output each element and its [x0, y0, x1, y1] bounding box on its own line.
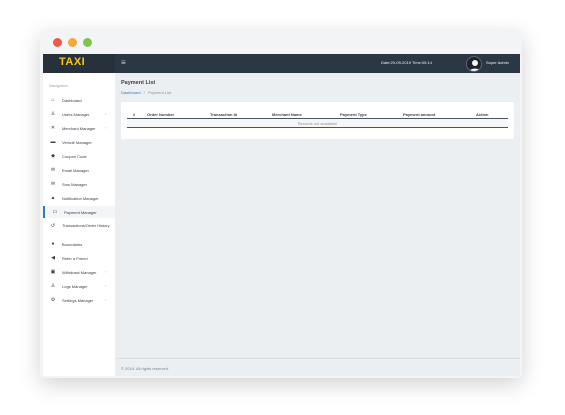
share-icon: ◀	[51, 255, 55, 261]
sidebar-item-refer-a-friend[interactable]: ◀ Refer a Friend	[43, 252, 115, 264]
username-label[interactable]: Super Admin	[486, 60, 509, 65]
sidebar-item-users-manager[interactable]: ♙ Users Manager ›	[43, 108, 115, 120]
chevron-right-icon: ›	[105, 297, 107, 302]
sidebar-item-label: Email Manager	[62, 168, 89, 173]
sidebar-item-label: Vehicle Manager	[62, 140, 92, 145]
envelope-icon: ✉	[50, 167, 56, 173]
logo-area: TAXI	[43, 54, 115, 73]
sidebar: Navigation ⌂ Dashboard ♙ Users Manager ›…	[43, 73, 115, 376]
sidebar-item-payment-manager[interactable]: ▭ Payment Manager	[43, 206, 115, 218]
envelope-icon: ✉	[50, 181, 56, 187]
bell-icon: ▲	[50, 195, 56, 201]
map-pin-icon: ●	[51, 241, 55, 247]
user-icon: ♙	[50, 283, 56, 289]
sidebar-item-label: Logs Manager	[62, 284, 88, 289]
column-header-action[interactable]: Action	[476, 112, 488, 117]
sidebar-item-vehicle-manager[interactable]: ▬ Vehicle Manager	[43, 136, 115, 148]
sidebar-item-label: Transactions/Order History	[62, 223, 110, 228]
sidebar-item-logs-manager[interactable]: ♙ Logs Manager ›	[43, 280, 115, 292]
copyright-text: © 2019. All rights reserved.	[121, 366, 170, 371]
payment-list-card: # Order Number Transaction Id Merchant N…	[121, 102, 514, 139]
sidebar-item-transactions-history[interactable]: ↺ Transactions/Order History	[43, 220, 115, 236]
home-icon: ⌂	[51, 97, 55, 103]
gear-icon: ⚙	[50, 297, 56, 303]
column-header-merchant-name[interactable]: Merchant Name	[272, 112, 302, 117]
user-icon: ♙	[50, 111, 56, 117]
footer: © 2019. All rights reserved.	[115, 358, 520, 376]
sidebar-item-label: Coupon Code	[62, 154, 87, 159]
column-header-order-number[interactable]: Order Number	[147, 112, 174, 117]
sidebar-item-label: Dashboard	[62, 98, 82, 103]
minimize-window-button[interactable]	[68, 38, 77, 47]
browser-window: TAXI ≡ Date:20-09-2019 Time:05:14 Super …	[40, 30, 522, 378]
page-title: Payment List	[121, 80, 156, 86]
hamburger-menu-icon[interactable]: ≡	[121, 59, 126, 67]
nav-section-title: Navigation	[49, 83, 68, 88]
sidebar-item-label: Payment Manager	[64, 210, 97, 215]
sidebar-item-label: Withdrawl Manager	[62, 270, 97, 275]
sidebar-item-label: Boundaries	[62, 242, 83, 247]
sidebar-item-boundaries[interactable]: ● Boundaries	[43, 238, 115, 250]
sidebar-item-notification-manager[interactable]: ▲ Notification Manager	[43, 192, 115, 204]
chevron-right-icon: ›	[105, 125, 107, 130]
sidebar-item-email-manager[interactable]: ✉ Email Manager	[43, 164, 115, 176]
sidebar-item-label: Settings Manager	[62, 298, 94, 303]
avatar-silhouette-icon	[469, 60, 481, 71]
chevron-right-icon: ›	[105, 283, 107, 288]
close-window-button[interactable]	[53, 38, 62, 47]
sidebar-item-dashboard[interactable]: ⌂ Dashboard	[43, 94, 115, 106]
tools-icon: ✕	[50, 125, 56, 131]
sidebar-item-merchant-manager[interactable]: ✕ Merchant Manager ›	[43, 122, 115, 134]
sidebar-item-withdrawl-manager[interactable]: ▣ Withdrawl Manager ›	[43, 266, 115, 278]
sidebar-item-sms-manager[interactable]: ✉ Sms Manager	[43, 178, 115, 190]
breadcrumb-dashboard-link[interactable]: Dashboard	[121, 90, 141, 95]
admin-app: TAXI ≡ Date:20-09-2019 Time:05:14 Super …	[43, 54, 520, 376]
user-avatar[interactable]	[466, 56, 482, 72]
sidebar-item-coupon-code[interactable]: ◆ Coupon Code	[43, 150, 115, 162]
table-row-empty: Records not available!	[127, 119, 508, 128]
empty-table-message: Records not available!	[297, 121, 338, 126]
payment-table: # Order Number Transaction Id Merchant N…	[127, 109, 508, 128]
date-time-display: Date:20-09-2019 Time:05:14	[381, 60, 432, 65]
breadcrumb: Dashboard / Payment List	[121, 90, 171, 95]
table-header: # Order Number Transaction Id Merchant N…	[127, 109, 508, 119]
column-header-payment-type[interactable]: Payment Type	[340, 112, 367, 117]
sidebar-item-settings-manager[interactable]: ⚙ Settings Manager ›	[43, 294, 115, 306]
sidebar-item-label: Refer a Friend	[62, 256, 88, 261]
sidebar-item-label: Notification Manager	[62, 196, 99, 201]
column-header-payment-amount[interactable]: Payment amount	[403, 112, 435, 117]
top-bar: TAXI ≡ Date:20-09-2019 Time:05:14 Super …	[43, 54, 520, 73]
main-content: Payment List Dashboard / Payment List # …	[115, 73, 520, 376]
window-chrome	[40, 30, 522, 54]
sidebar-item-label: Merchant Manager	[62, 126, 96, 131]
breadcrumb-separator: /	[143, 90, 145, 95]
sidebar-item-label: Sms Manager	[62, 182, 87, 187]
history-icon: ↺	[50, 223, 56, 229]
chevron-right-icon: ›	[105, 269, 107, 274]
chevron-right-icon: ›	[105, 111, 107, 116]
sidebar-item-label: Users Manager	[62, 112, 90, 117]
cash-icon: ▣	[50, 269, 56, 275]
column-header-index[interactable]: #	[133, 112, 135, 117]
column-header-transaction-id[interactable]: Transaction Id	[210, 112, 237, 117]
breadcrumb-current: Payment List	[147, 90, 172, 95]
card-icon: ▭	[52, 209, 58, 215]
car-icon: ▬	[50, 139, 56, 145]
tag-icon: ◆	[51, 153, 55, 159]
maximize-window-button[interactable]	[83, 38, 92, 47]
app-logo[interactable]: TAXI	[59, 56, 85, 68]
